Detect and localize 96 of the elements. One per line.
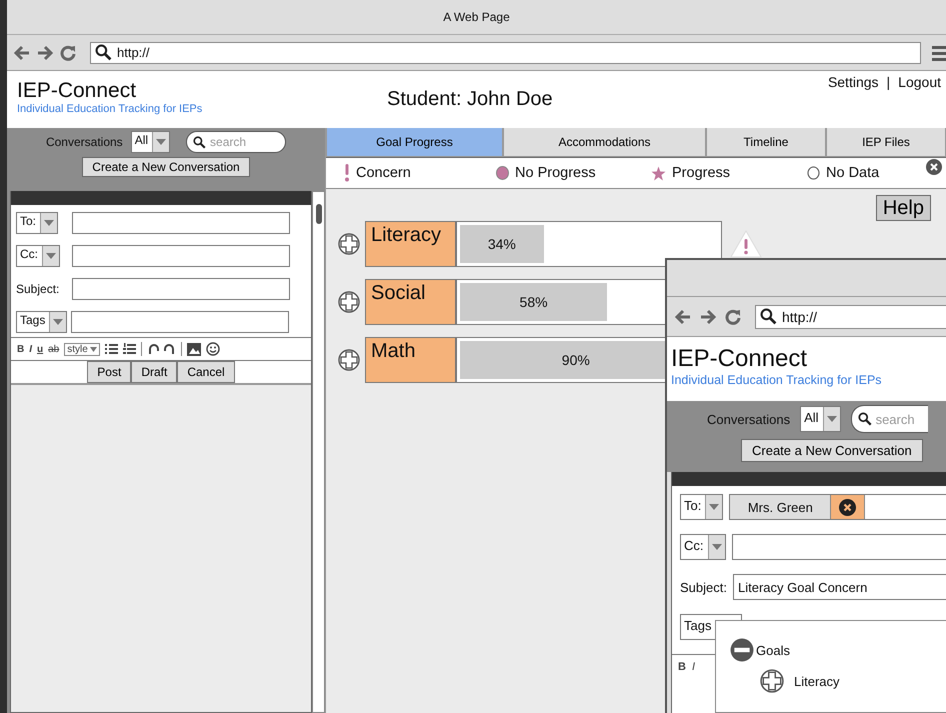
- close-icon: [839, 498, 856, 516]
- progress-reading: 58%: [518, 293, 549, 312]
- progress-reading: 34%: [486, 235, 517, 254]
- subject-label: Subject:: [680, 580, 727, 594]
- smiley-icon[interactable]: [206, 342, 220, 356]
- to-dropdown[interactable]: To:: [16, 212, 58, 234]
- format-button[interactable]: B: [17, 344, 24, 354]
- tab[interactable]: IEP Files: [826, 128, 946, 157]
- menu-icon[interactable]: [932, 44, 946, 60]
- tab[interactable]: Goal Progress: [326, 128, 503, 157]
- back-icon[interactable]: [13, 44, 31, 60]
- tab[interactable]: Timeline: [706, 128, 826, 157]
- cc-field[interactable]: [732, 534, 946, 560]
- caret-icon: [53, 319, 64, 325]
- legend-label: Concern: [356, 165, 411, 181]
- legend-label: Progress: [672, 165, 730, 181]
- app-tagline: Individual Education Tracking for IEPs: [17, 103, 204, 115]
- expand-icon[interactable]: [338, 349, 360, 371]
- caret-icon: [90, 346, 97, 352]
- caret-icon: [712, 544, 722, 550]
- caret-icon: [44, 220, 54, 226]
- style-dropdown[interactable]: style: [64, 342, 100, 356]
- empty-circle-icon: [807, 166, 820, 180]
- reload-icon[interactable]: [724, 308, 742, 326]
- filled-circle-icon: [496, 166, 509, 180]
- exclamation-icon: [344, 164, 350, 182]
- filter-dropdown[interactable]: All: [800, 406, 841, 432]
- close-icon[interactable]: [926, 159, 942, 175]
- goal-label: Literacy: [365, 221, 456, 267]
- format-button[interactable]: B: [678, 661, 686, 673]
- collapse-icon[interactable]: [730, 638, 754, 662]
- to-field[interactable]: [72, 212, 290, 234]
- goal-label: Social: [365, 279, 456, 325]
- logout-link[interactable]: Logout: [898, 74, 941, 90]
- to-dropdown[interactable]: To:: [680, 494, 724, 520]
- format-button[interactable]: I: [29, 344, 32, 354]
- tags-field[interactable]: [71, 311, 290, 333]
- search-icon: [858, 412, 872, 426]
- address-field[interactable]: http://: [755, 304, 946, 328]
- caret-icon: [826, 416, 837, 422]
- search-icon: [760, 308, 777, 325]
- expand-icon[interactable]: [338, 233, 360, 255]
- compose-action-button[interactable]: Draft: [131, 361, 178, 383]
- tree-item[interactable]: Literacy: [794, 674, 840, 688]
- search-icon: [95, 44, 112, 61]
- forward-icon[interactable]: [36, 44, 54, 60]
- link-separator: |: [886, 74, 890, 90]
- search-icon: [193, 136, 206, 148]
- tags-dropdown[interactable]: Tags: [16, 311, 68, 333]
- app-tagline: Individual Education Tracking for IEPs: [671, 373, 883, 387]
- tab[interactable]: Accommodations: [503, 128, 706, 157]
- image-icon[interactable]: [186, 342, 201, 356]
- cc-dropdown[interactable]: Cc:: [16, 245, 60, 267]
- app-title: IEP-Connect: [17, 79, 138, 103]
- back-icon[interactable]: [674, 308, 692, 324]
- cc-field[interactable]: [72, 245, 290, 267]
- to-field[interactable]: Mrs. Green: [729, 494, 946, 520]
- window-title: A Web Page: [443, 10, 510, 24]
- format-button[interactable]: ab: [48, 344, 60, 354]
- goal-label: Math: [365, 337, 456, 383]
- expand-icon[interactable]: [338, 291, 360, 313]
- numbered-list-icon[interactable]: [122, 343, 136, 355]
- filter-dropdown[interactable]: All: [130, 131, 170, 153]
- recipient-chip: Mrs. Green: [730, 495, 832, 519]
- expand-icon[interactable]: [760, 669, 784, 693]
- tree-item[interactable]: Goals: [756, 642, 790, 658]
- subject-field[interactable]: Literacy Goal Concern: [732, 574, 946, 600]
- compose-action-button[interactable]: Post: [87, 361, 132, 383]
- help-button[interactable]: Help: [876, 195, 931, 221]
- compose-action-button[interactable]: Cancel: [177, 361, 235, 383]
- caret-icon: [156, 139, 166, 145]
- redo-icon[interactable]: [164, 343, 176, 355]
- student-name: Student: John Doe: [387, 88, 553, 112]
- legend-label: No Progress: [515, 165, 596, 181]
- caret-icon: [46, 253, 56, 259]
- app-title: IEP-Connect: [671, 345, 808, 373]
- forward-icon[interactable]: [699, 308, 717, 324]
- conversations-label: Conversations: [46, 135, 123, 149]
- caret-icon: [709, 504, 720, 510]
- subject-label: Subject:: [16, 282, 60, 296]
- format-button[interactable]: u: [37, 344, 44, 354]
- subject-field[interactable]: [72, 278, 290, 300]
- reload-icon[interactable]: [59, 44, 77, 62]
- format-button[interactable]: I: [692, 661, 696, 673]
- create-conversation-button[interactable]: Create a New Conversation: [82, 157, 250, 177]
- scrollbar[interactable]: [312, 191, 325, 713]
- remove-recipient-button[interactable]: [831, 495, 866, 519]
- star-icon: [651, 166, 666, 180]
- bullet-list-icon[interactable]: [104, 343, 118, 355]
- address-field[interactable]: http://: [90, 42, 921, 64]
- create-conversation-button[interactable]: Create a New Conversation: [741, 439, 923, 462]
- settings-link[interactable]: Settings: [828, 74, 879, 90]
- undo-icon[interactable]: [146, 343, 159, 355]
- conversations-label: Conversations: [707, 412, 790, 426]
- cc-dropdown[interactable]: Cc:: [680, 534, 726, 560]
- legend-label: No Data: [826, 165, 880, 181]
